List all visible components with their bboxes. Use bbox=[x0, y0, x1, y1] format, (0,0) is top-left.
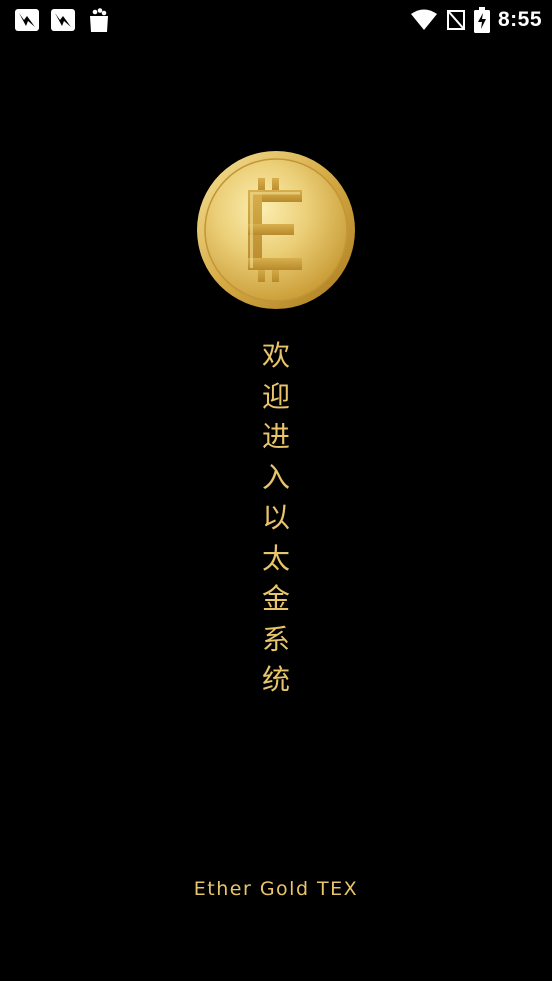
app-notification-icon bbox=[15, 9, 39, 31]
splash-screen: 8:55 欢 迎 进 入 以 太 金 系 统 Ether Gold TEX bbox=[0, 0, 552, 981]
welcome-text: 欢 迎 进 入 以 太 金 系 统 bbox=[236, 336, 316, 701]
wifi-icon bbox=[410, 9, 437, 30]
battery-charging-icon bbox=[473, 7, 490, 33]
app-notification-icon bbox=[51, 9, 75, 31]
system-icons: 8:55 bbox=[410, 6, 542, 34]
welcome-char: 以 bbox=[261, 501, 290, 534]
welcome-char: 统 bbox=[261, 663, 290, 696]
status-bar: 8:55 bbox=[0, 0, 552, 40]
status-time: 8:55 bbox=[497, 8, 542, 31]
welcome-char: 欢 bbox=[261, 339, 290, 372]
welcome-char: 入 bbox=[261, 460, 290, 494]
welcome-char: 系 bbox=[261, 622, 290, 656]
welcome-char: 太 bbox=[261, 541, 290, 575]
brand-name: Ether Gold TEX bbox=[193, 878, 359, 900]
welcome-char: 进 bbox=[261, 420, 290, 453]
welcome-char: 金 bbox=[261, 582, 290, 615]
shopping-bag-icon bbox=[90, 8, 108, 32]
no-signal-icon bbox=[446, 10, 465, 30]
ether-gold-coin-icon bbox=[196, 150, 356, 310]
welcome-char: 迎 bbox=[261, 379, 290, 413]
notification-icons bbox=[14, 7, 112, 33]
